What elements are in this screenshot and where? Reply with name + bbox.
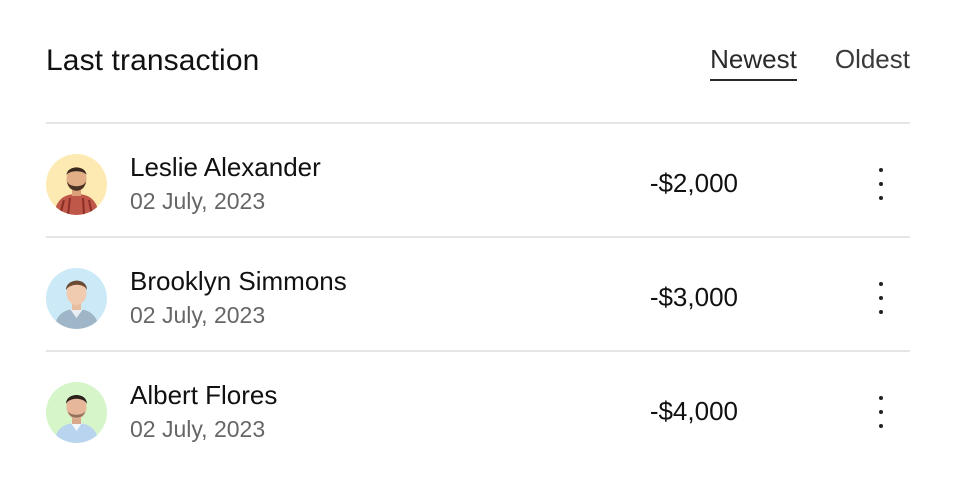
transaction-date: 02 July, 2023 [130,302,266,328]
transaction-row[interactable]: Leslie Alexander 02 July, 2023 -$2,000 [46,124,910,238]
card-title: Last transaction [46,44,260,77]
transaction-row[interactable]: Brooklyn Simmons 02 July, 2023 -$3,000 [46,238,910,352]
transaction-date: 02 July, 2023 [130,416,266,442]
avatar-icon [46,268,107,329]
transaction-amount: -$3,000 [649,282,738,312]
more-options-icon[interactable] [874,168,888,200]
card-header: Last transaction Newest Oldest [46,0,910,124]
transaction-card: Last transaction Newest Oldest Leslie Al… [0,0,956,495]
transaction-date: 02 July, 2023 [130,188,266,214]
transaction-list: Leslie Alexander 02 July, 2023 -$2,000 B… [46,124,910,464]
tab-newest[interactable]: Newest [710,44,797,81]
transaction-name: Albert Flores [130,380,278,410]
transaction-amount: -$2,000 [649,168,738,198]
tab-oldest[interactable]: Oldest [835,44,910,81]
transaction-row[interactable]: Albert Flores 02 July, 2023 -$4,000 [46,352,910,464]
more-options-icon[interactable] [874,396,888,428]
avatar-icon [46,382,107,443]
transaction-amount: -$4,000 [649,396,738,426]
avatar [46,268,107,329]
more-options-icon[interactable] [874,282,888,314]
avatar-icon [46,154,107,215]
sort-tabs: Newest Oldest [710,44,910,81]
transaction-name: Leslie Alexander [130,152,321,182]
transaction-name: Brooklyn Simmons [130,266,347,296]
avatar [46,154,107,215]
avatar [46,382,107,443]
